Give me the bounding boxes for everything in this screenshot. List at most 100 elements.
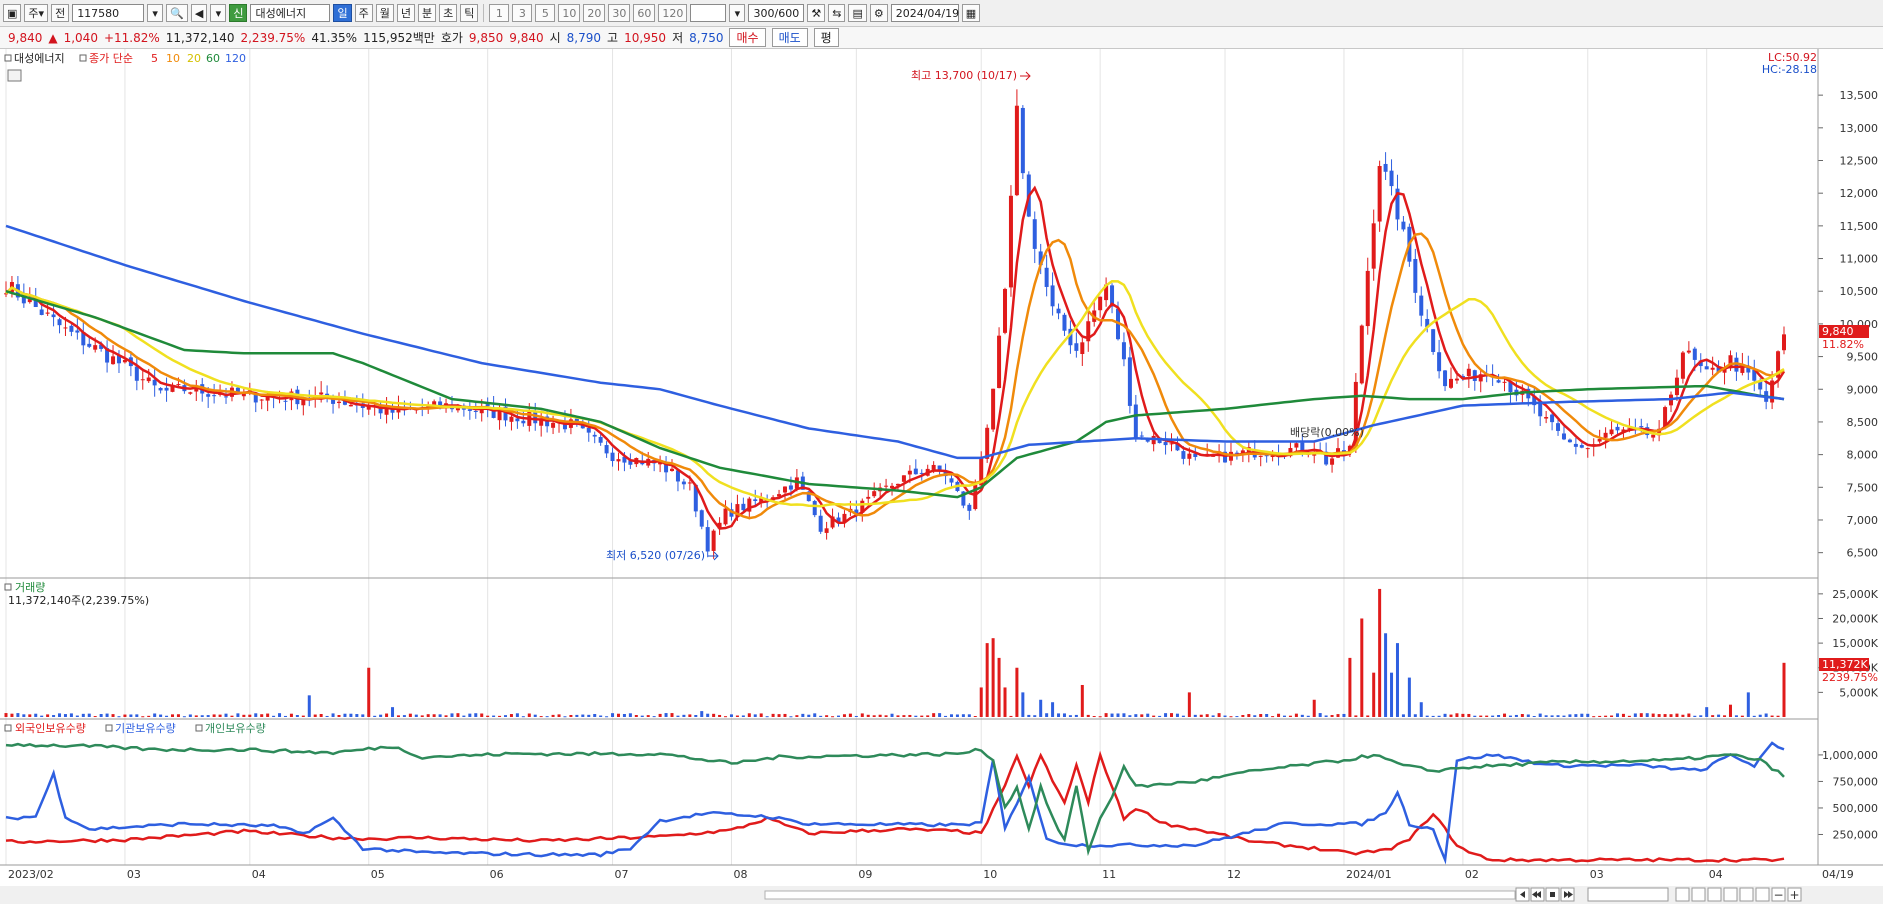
volume-bar xyxy=(1568,714,1572,717)
candle-body xyxy=(176,384,181,386)
interval-input[interactable] xyxy=(690,4,727,22)
type-select[interactable]: 전 xyxy=(51,4,70,22)
volume-bar xyxy=(718,714,722,717)
volume-bar xyxy=(1598,715,1602,717)
minute-3-button[interactable]: 3 xyxy=(512,4,533,22)
ma-toggle-icon[interactable] xyxy=(79,54,87,62)
eval-button[interactable]: 평 xyxy=(813,28,839,47)
volume-bar xyxy=(676,715,680,717)
period-day-button[interactable]: 일 xyxy=(333,4,352,22)
volume-bar xyxy=(1086,714,1090,717)
volume-bar xyxy=(1098,716,1102,718)
volume-bar xyxy=(1663,714,1667,717)
print-icon[interactable] xyxy=(1755,887,1770,902)
volume-bar xyxy=(652,716,656,718)
chart-options-icon[interactable] xyxy=(7,69,22,82)
volume-bar xyxy=(1473,715,1477,717)
layout-icon[interactable]: ▣ xyxy=(3,4,22,22)
volume-bar xyxy=(1586,713,1590,717)
candle-body xyxy=(1609,429,1614,435)
volume-bar xyxy=(1681,714,1685,717)
volume-bar xyxy=(1051,702,1055,717)
minute-1-button[interactable]: 1 xyxy=(489,4,510,22)
volume-tag-text: 11,372K xyxy=(1822,658,1868,671)
speaker-icon[interactable]: ◀ xyxy=(190,4,208,22)
compare-icon[interactable] xyxy=(1707,887,1722,902)
volume-bar xyxy=(860,713,864,717)
minute-10-button[interactable]: 10 xyxy=(558,4,581,22)
code-input[interactable]: 117580 xyxy=(72,4,145,22)
menu-dropdown-icon[interactable]: ▾ xyxy=(210,4,227,22)
draw-tool-icon[interactable] xyxy=(1675,887,1690,902)
scale-icon[interactable]: ⇆ xyxy=(828,4,846,22)
volume-bar xyxy=(272,715,276,717)
minute-5-button[interactable]: 5 xyxy=(535,4,556,22)
holdings-toggle-icon[interactable] xyxy=(4,724,12,732)
individual-toggle-icon[interactable] xyxy=(195,724,203,732)
crosshair-icon[interactable] xyxy=(1691,887,1706,902)
date-input[interactable]: 2024/04/19 xyxy=(890,4,959,22)
period-tick-button[interactable]: 틱 xyxy=(460,4,479,22)
volume-bar xyxy=(301,715,305,717)
volume-bar xyxy=(1271,716,1275,718)
candle-body xyxy=(818,515,823,532)
volume-bar xyxy=(22,714,26,717)
code-dropdown-icon[interactable]: ▾ xyxy=(147,4,164,22)
zoom-slider[interactable] xyxy=(1587,887,1669,902)
turnover-rate: 41.35% xyxy=(311,30,358,45)
period-month-button[interactable]: 월 xyxy=(375,4,394,22)
volume-bar xyxy=(236,713,240,717)
search-icon[interactable]: 🔍 xyxy=(166,4,188,22)
period-year-button[interactable]: 년 xyxy=(396,4,415,22)
volume-bar xyxy=(1116,713,1120,717)
institution-toggle-icon[interactable] xyxy=(105,724,113,732)
volume-bar xyxy=(878,714,882,717)
candle-body xyxy=(866,496,871,499)
volume-bar xyxy=(260,714,264,717)
candle-body xyxy=(1431,329,1436,352)
last-pct-tag-text: 11.82% xyxy=(1822,338,1864,351)
volume-toggle-icon[interactable] xyxy=(4,583,12,591)
minute-120-button[interactable]: 120 xyxy=(658,4,688,22)
sell-button[interactable]: 매도 xyxy=(771,28,808,47)
interval-dropdown-icon[interactable]: ▾ xyxy=(729,4,746,22)
volume-bar xyxy=(1330,715,1334,717)
minute-30-button[interactable]: 30 xyxy=(608,4,631,22)
minute-20-button[interactable]: 20 xyxy=(583,4,606,22)
last-price-tag-text: 9,840 xyxy=(1822,325,1854,338)
period-week-button[interactable]: 주 xyxy=(354,4,373,22)
volume-bar xyxy=(545,716,549,718)
x-tick-label: 02 xyxy=(1465,868,1479,881)
panel-toggle-icon[interactable] xyxy=(4,54,12,62)
min-price-note: 최저 6,520 (07/26) xyxy=(606,549,705,562)
buy-button[interactable]: 매수 xyxy=(729,28,766,47)
volume-bar xyxy=(1318,713,1322,717)
candle-body xyxy=(598,436,603,443)
volume-bar xyxy=(1693,715,1697,717)
volume-bar xyxy=(1080,684,1084,717)
volume-bar xyxy=(1639,713,1643,717)
market-select[interactable]: 주 ▾ xyxy=(24,4,49,22)
volume-bar xyxy=(926,715,930,717)
candle-body xyxy=(1496,380,1501,383)
export-icon[interactable] xyxy=(1739,887,1754,902)
minute-60-button[interactable]: 60 xyxy=(633,4,656,22)
volume-bar xyxy=(1211,715,1215,717)
volume-bar xyxy=(1372,672,1376,717)
volume-bar xyxy=(408,713,412,717)
period-minute-button[interactable]: 분 xyxy=(417,4,437,22)
scrollbar-thumb[interactable] xyxy=(764,890,1516,900)
period-icon[interactable] xyxy=(1723,887,1738,902)
stock-chart[interactable]: 2023/02 03 04 05 06 07 08 09 10 11 12 2024/01 02 03 04… xyxy=(0,49,1883,904)
tool-icon[interactable]: ⚒ xyxy=(807,4,826,22)
volume-bar xyxy=(117,716,121,718)
volume-bar xyxy=(938,713,942,717)
count-input[interactable]: 300/600 xyxy=(748,4,805,22)
candle-body xyxy=(610,452,615,462)
candle-body xyxy=(1550,414,1555,423)
price-tick-label: 8,500 xyxy=(1847,416,1879,429)
save-icon[interactable]: ▤ xyxy=(848,4,867,22)
period-second-button[interactable]: 초 xyxy=(439,4,458,22)
settings-icon[interactable]: ⚙ xyxy=(869,4,888,22)
calendar-icon[interactable]: ▦ xyxy=(961,4,981,22)
